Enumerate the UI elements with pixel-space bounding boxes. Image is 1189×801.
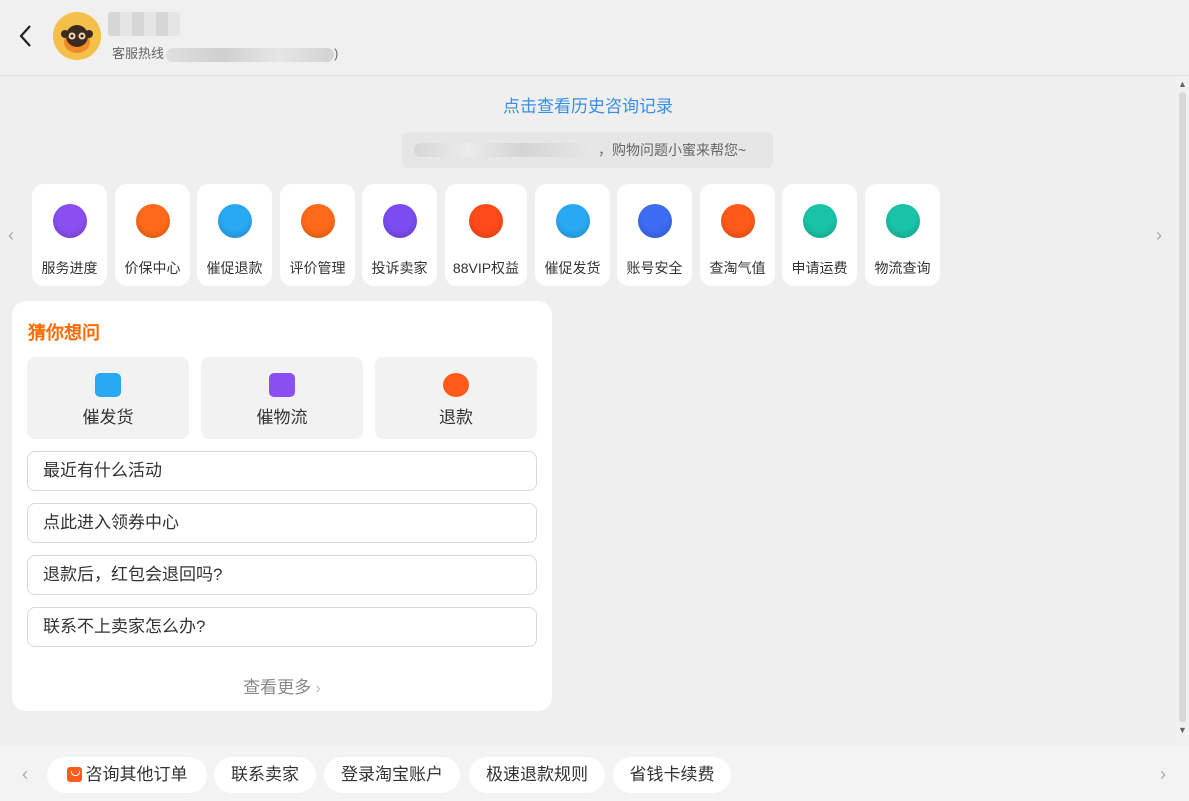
scrollbar-thumb[interactable]	[1179, 92, 1186, 722]
services-prev-icon[interactable]: ‹	[8, 226, 22, 244]
service-label: 账号安全	[626, 260, 683, 276]
redacted-phone	[166, 47, 335, 62]
bottom-chip[interactable]: 省钱卡续费	[613, 757, 731, 793]
subtitle-prefix: 客服热线	[112, 46, 165, 61]
service-label: 服务进度	[41, 260, 98, 276]
services-next-icon[interactable]: ›	[1156, 226, 1170, 244]
service-tile[interactable]: 催促退款	[197, 184, 272, 286]
bottom-chip[interactable]: 联系卖家	[214, 757, 316, 793]
taoqi-value-icon	[720, 204, 755, 238]
subtitle-suffix: )	[334, 46, 339, 61]
service-label: 评价管理	[289, 260, 346, 276]
chip-label: 登录淘宝账户	[341, 765, 443, 784]
shopping-bag-icon	[66, 767, 82, 782]
truck-icon	[269, 373, 295, 397]
service-tile[interactable]: 申请运费	[782, 184, 857, 286]
apply-freight-icon	[802, 204, 837, 238]
quick-question-button[interactable]: 退款	[375, 357, 537, 439]
see-more-label: 查看更多	[243, 678, 312, 697]
redacted-agent-name	[108, 12, 180, 36]
review-manage-icon	[300, 204, 335, 238]
complain-seller-icon	[382, 204, 417, 238]
welcome-message: ，购物问题小蜜来帮您~	[402, 132, 773, 168]
service-label: 查淘气值	[709, 260, 766, 276]
chips-next-icon[interactable]: ›	[1160, 765, 1166, 783]
bottom-chip[interactable]: 咨询其他订单	[47, 757, 207, 793]
bottom-toolbar: ‹ 咨询其他订单 联系卖家 登录淘宝账户 极速退款规则 省钱卡续费 ›	[0, 745, 1189, 801]
faq-item[interactable]: 退款后，红包会退回吗?	[27, 555, 537, 595]
guess-card: 猜你想问 催发货 催物流 退款 最近有什么活动 点此进入领券中心 退款后，红包会退回吗?…	[12, 301, 552, 711]
service-tile[interactable]: 88VIP权益	[445, 184, 527, 286]
shipping-box-icon	[95, 373, 121, 397]
bottom-chip[interactable]: 登录淘宝账户	[324, 757, 460, 793]
avatar[interactable]	[53, 12, 101, 60]
back-arrow-icon[interactable]	[14, 22, 38, 50]
service-progress-icon	[52, 204, 87, 238]
service-label: 88VIP权益	[452, 260, 520, 276]
logistics-query-icon	[885, 204, 920, 238]
scroll-down-icon[interactable]: ▼	[1178, 726, 1187, 735]
refund-icon	[443, 373, 469, 397]
service-tile[interactable]: 账号安全	[617, 184, 692, 286]
service-label: 投诉卖家	[371, 260, 428, 276]
chip-label: 联系卖家	[231, 765, 299, 784]
service-tile[interactable]: 催促发货	[535, 184, 610, 286]
scrollbar[interactable]: ▲ ▼	[1176, 76, 1189, 744]
quick-question-button[interactable]: 催发货	[27, 357, 189, 439]
agent-subtitle: 客服热线)	[112, 43, 338, 62]
service-label: 价保中心	[124, 260, 181, 276]
urge-refund-icon	[217, 204, 252, 238]
quick-question-label: 退款	[439, 408, 473, 427]
guess-title: 猜你想问	[28, 323, 100, 343]
urge-shipping-icon	[555, 204, 590, 238]
chip-label: 极速退款规则	[486, 765, 588, 784]
chevron-right-icon: ›	[311, 680, 321, 697]
faq-item[interactable]: 联系不上卖家怎么办?	[27, 607, 537, 647]
faq-item[interactable]: 最近有什么活动	[27, 451, 537, 491]
service-label: 催促发货	[544, 260, 601, 276]
faq-item[interactable]: 点此进入领券中心	[27, 503, 537, 543]
scroll-up-icon[interactable]: ▲	[1178, 80, 1187, 89]
service-label: 申请运费	[791, 260, 848, 276]
chip-label: 咨询其他订单	[85, 765, 188, 784]
service-label: 物流查询	[874, 260, 931, 276]
quick-question-button[interactable]: 催物流	[201, 357, 363, 439]
welcome-text: ，购物问题小蜜来帮您~	[598, 142, 747, 158]
vip-icon	[469, 204, 503, 238]
chips-prev-icon[interactable]: ‹	[22, 765, 28, 783]
redacted-greeting	[414, 143, 594, 157]
see-more-link[interactable]: 查看更多 ›	[12, 673, 552, 698]
quick-question-label: 催物流	[256, 408, 308, 427]
quick-question-label: 催发货	[82, 408, 134, 427]
account-security-icon	[637, 204, 672, 238]
service-tile[interactable]: 价保中心	[115, 184, 190, 286]
bottom-chip[interactable]: 极速退款规则	[469, 757, 605, 793]
service-tile[interactable]: 投诉卖家	[362, 184, 437, 286]
service-tile[interactable]: 评价管理	[280, 184, 355, 286]
history-link[interactable]: 点击查看历史咨询记录	[0, 92, 1176, 117]
service-tile[interactable]: 查淘气值	[700, 184, 775, 286]
service-tile[interactable]: 服务进度	[32, 184, 107, 286]
price-protect-icon	[135, 204, 170, 238]
service-label: 催促退款	[206, 260, 263, 276]
chat-header: 客服热线)	[0, 0, 1189, 76]
chip-label: 省钱卡续费	[629, 765, 715, 784]
service-tile[interactable]: 物流查询	[865, 184, 940, 286]
